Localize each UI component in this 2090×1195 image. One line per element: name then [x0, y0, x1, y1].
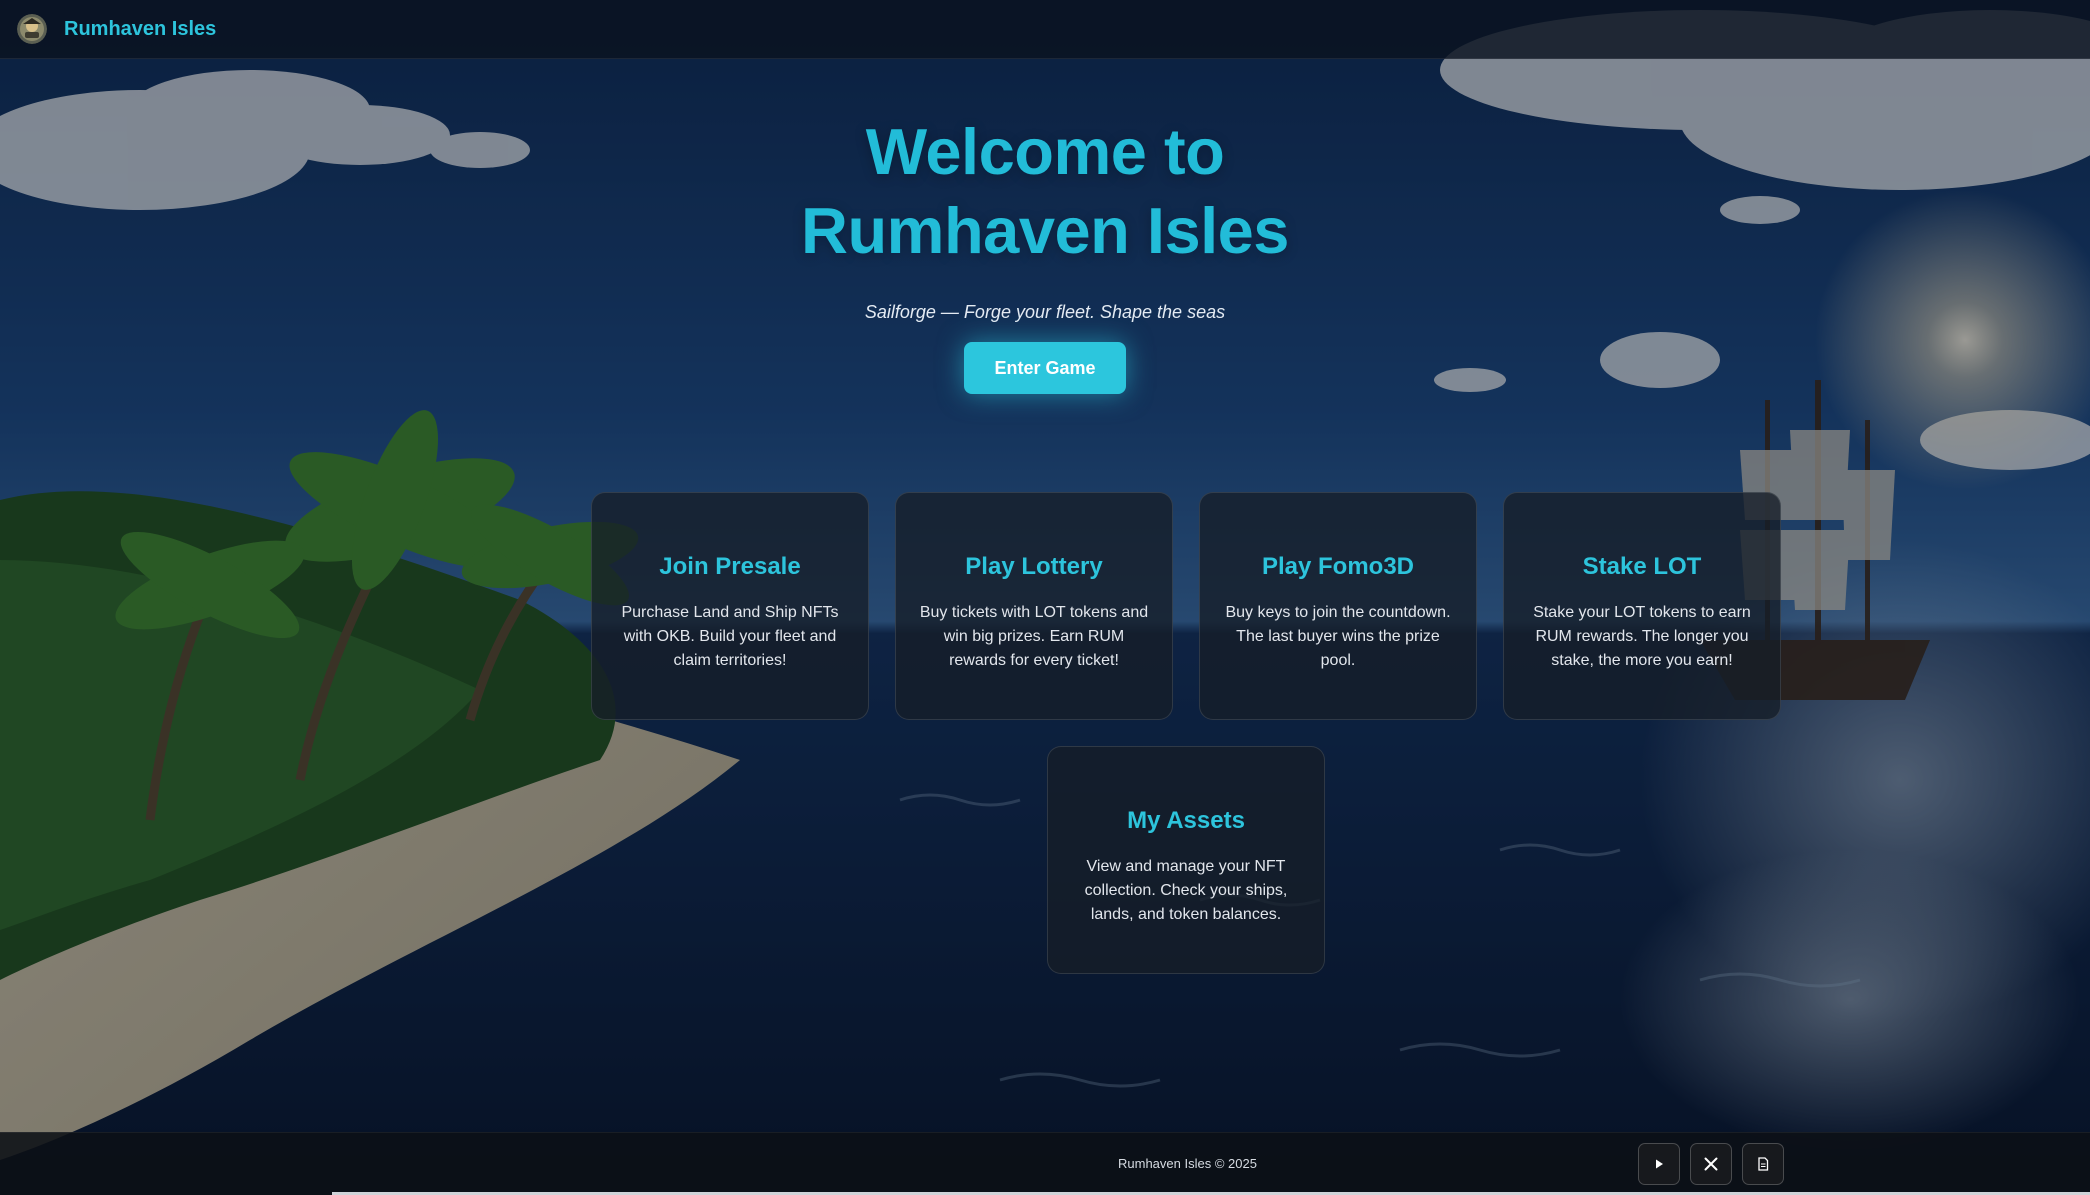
- hero-title: Welcome to Rumhaven Isles: [0, 112, 2090, 270]
- top-navbar: Rumhaven Isles: [0, 0, 2090, 59]
- card-my-assets[interactable]: My Assets View and manage your NFT colle…: [1047, 746, 1325, 974]
- play-button[interactable]: [1638, 1143, 1680, 1185]
- x-social-button[interactable]: [1690, 1143, 1732, 1185]
- card-title: Play Lottery: [965, 553, 1103, 580]
- brand-name[interactable]: Rumhaven Isles: [64, 18, 216, 41]
- pirate-emblem-icon[interactable]: [17, 14, 47, 44]
- play-icon: [1656, 1159, 1663, 1169]
- document-icon: [1758, 1157, 1769, 1171]
- card-description: Buy keys to join the countdown. The last…: [1225, 604, 1451, 669]
- card-stake-lot[interactable]: Stake LOT Stake your LOT tokens to earn …: [1503, 492, 1781, 720]
- card-description: Stake your LOT tokens to earn RUM reward…: [1533, 604, 1751, 669]
- docs-button[interactable]: [1742, 1143, 1784, 1185]
- card-description: Buy tickets with LOT tokens and win big …: [919, 604, 1149, 669]
- card-title: Stake LOT: [1582, 553, 1702, 580]
- card-title: Play Fomo3D: [1261, 553, 1415, 580]
- card-title: My Assets: [1127, 807, 1245, 834]
- card-join-presale[interactable]: Join Presale Purchase Land and Ship NFTs…: [591, 492, 869, 720]
- card-description: View and manage your NFT collection. Che…: [1084, 858, 1288, 923]
- hero-title-line2: Rumhaven Isles: [801, 194, 1289, 267]
- card-play-lottery[interactable]: Play Lottery Buy tickets with LOT tokens…: [895, 492, 1173, 720]
- footer-copyright: Rumhaven Isles © 2025: [1118, 1156, 1257, 1171]
- enter-game-button[interactable]: Enter Game: [964, 342, 1126, 394]
- card-play-fomo3d[interactable]: Play Fomo3D Buy keys to join the countdo…: [1199, 492, 1477, 720]
- hero-subtitle: Sailforge — Forge your fleet. Shape the …: [864, 302, 1226, 322]
- footer: Rumhaven Isles © 2025: [0, 1132, 2090, 1195]
- x-logo-icon: [1704, 1157, 1718, 1171]
- hero-title-line1: Welcome to: [865, 115, 1225, 188]
- hero-section: Welcome to Rumhaven Isles Sailforge — Fo…: [0, 112, 2090, 394]
- card-description: Purchase Land and Ship NFTs with OKB. Bu…: [621, 604, 839, 669]
- card-title: Join Presale: [659, 553, 801, 580]
